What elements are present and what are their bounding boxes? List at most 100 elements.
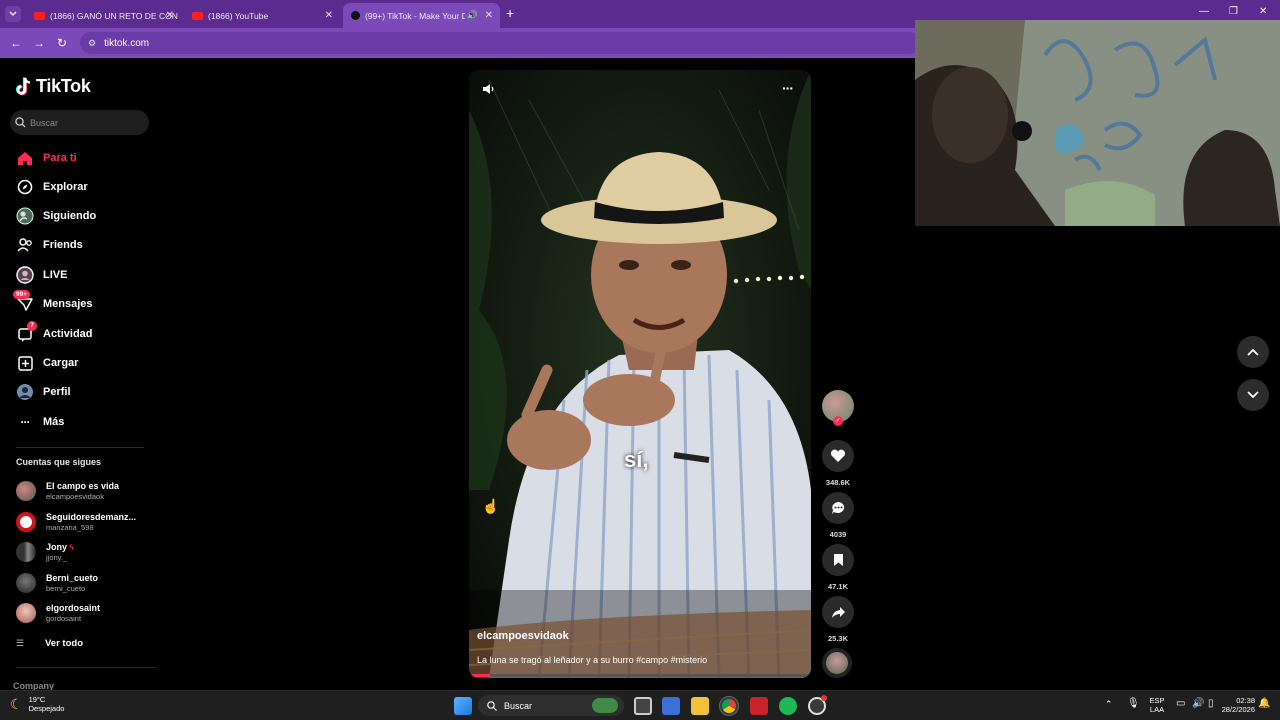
account-item[interactable]: Jony ϟ jjony._	[16, 539, 74, 565]
account-name-text: Jony	[46, 542, 68, 552]
minimize-button[interactable]: —	[1199, 6, 1209, 17]
like-button[interactable]: 348.6K	[822, 440, 854, 487]
tiktok-sidebar: TikTok Buscar Para ti Explorar Siguiendo…	[0, 58, 165, 690]
windows-start-icon[interactable]	[454, 697, 472, 715]
chevron-down-icon	[1247, 391, 1259, 399]
chrome-icon[interactable]	[719, 696, 739, 716]
tab-tiktok[interactable]: (99+) TikTok - Make Your Day 🔊 ✕	[343, 3, 500, 28]
next-video-button[interactable]	[1237, 379, 1269, 411]
account-name: Berni_cueto	[46, 573, 99, 583]
tiktok-wordmark: TikTok	[36, 76, 91, 96]
tray-chevron-icon[interactable]: ⌃	[1105, 699, 1113, 710]
account-item[interactable]: elgordosaint gordosaint	[16, 600, 100, 626]
close-icon[interactable]: ✕	[325, 10, 333, 21]
video-progress-fill	[469, 674, 490, 677]
youtube-icon	[34, 11, 45, 20]
avatar: ✓	[822, 390, 854, 426]
live-icon	[16, 266, 34, 284]
tiktok-icon	[351, 11, 360, 20]
nav-friends[interactable]: Friends	[16, 233, 83, 257]
account-name: Jony ϟ	[46, 542, 74, 553]
keyboard-layout: LAA	[1149, 705, 1165, 714]
network-icon[interactable]: ▭	[1176, 698, 1185, 709]
tiktok-logo[interactable]: TikTok	[16, 76, 91, 97]
comment-button[interactable]: 4039	[822, 492, 854, 539]
store-icon[interactable]	[662, 697, 680, 715]
speaker-icon	[483, 84, 494, 94]
close-icon[interactable]: ✕	[166, 10, 174, 21]
restore-button[interactable]: ❐	[1229, 6, 1238, 17]
forward-arrow-icon[interactable]: →	[33, 36, 45, 50]
youtube-icon	[192, 11, 203, 20]
video-editor-icon[interactable]	[750, 697, 768, 715]
nav-label: Mensajes	[43, 298, 93, 310]
nav-perfil[interactable]: Perfil	[16, 380, 71, 404]
ellipsis-icon: ···	[782, 80, 794, 96]
upload-icon	[16, 354, 34, 372]
avatar	[16, 512, 36, 532]
webcam-frame	[915, 20, 1280, 226]
language-indicator[interactable]: ESP LAA	[1147, 696, 1167, 714]
save-button[interactable]: 47.1K	[822, 544, 854, 591]
music-disc-button[interactable]	[822, 648, 854, 678]
notifications-icon[interactable]: 🔔	[1258, 698, 1270, 709]
volume-icon[interactable]: 🔊	[1192, 698, 1204, 709]
nav-mensajes[interactable]: 99+ Mensajes	[13, 290, 93, 316]
notification-dot-icon	[821, 695, 827, 701]
taskbar-search[interactable]: Buscar	[478, 695, 624, 716]
tab-search-button[interactable]	[5, 6, 21, 22]
video-player[interactable]: ··· sí, elcampoesvidaok La luna se tragó…	[469, 70, 811, 678]
volume-button[interactable]	[481, 82, 497, 98]
nav-label: LIVE	[43, 269, 68, 281]
windows-taskbar: ☾ 19°C Despejado Buscar ⌃ 🎙 ESP LAA ▭ 🔊 …	[0, 690, 1280, 720]
share-button[interactable]: 25.3K	[822, 596, 854, 643]
microphone-icon[interactable]: 🎙	[1127, 698, 1140, 709]
profile-icon	[16, 383, 34, 401]
back-arrow-icon[interactable]: ←	[10, 36, 22, 50]
reload-icon[interactable]: ↻	[57, 36, 67, 50]
search-icon	[487, 700, 497, 711]
search-input[interactable]: Buscar	[10, 110, 149, 135]
nav-label: Perfil	[43, 386, 71, 398]
tab-label: (99+) TikTok - Make Your Day	[365, 10, 465, 21]
nav-live[interactable]: LIVE	[16, 263, 67, 287]
window-close-button[interactable]: ✕	[1259, 6, 1267, 17]
account-item[interactable]: El campo es vida elcampoesvidaok	[16, 478, 119, 504]
nav-siguiendo[interactable]: Siguiendo	[16, 204, 96, 228]
new-tab-button[interactable]: +	[506, 5, 514, 21]
search-placeholder: Buscar	[30, 117, 59, 128]
account-name: Seguidoresdemanz...	[46, 512, 137, 522]
clock-time: 02:38	[1236, 696, 1255, 705]
spotify-icon[interactable]	[779, 697, 797, 715]
avatar	[16, 573, 36, 593]
more-options-button[interactable]: ···	[782, 80, 794, 96]
speaker-icon[interactable]: 🔊	[467, 10, 478, 21]
hand-cursor-icon: ☝	[482, 498, 500, 514]
nav-actividad[interactable]: 7 Actividad	[16, 321, 93, 346]
nav-cargar[interactable]: Cargar	[16, 351, 78, 375]
account-item[interactable]: Berni_cueto berni_cueto	[16, 570, 98, 596]
url-field[interactable]: ⚙ tiktok.com	[80, 32, 920, 54]
file-explorer-icon[interactable]	[691, 697, 709, 715]
video-progress-track[interactable]	[469, 674, 811, 677]
url-text: tiktok.com	[104, 37, 150, 49]
video-author[interactable]: elcampoesvidaok	[477, 630, 569, 642]
creator-avatar-button[interactable]: ✓	[822, 390, 854, 426]
account-item[interactable]: Seguidoresdemanz... manzana_598	[16, 509, 136, 535]
nav-para-ti[interactable]: Para ti	[16, 146, 77, 170]
close-icon[interactable]: ✕	[485, 10, 493, 21]
nav-label: Siguiendo	[43, 210, 97, 222]
previous-video-button[interactable]	[1237, 336, 1269, 368]
clock[interactable]: 02:38 28/2/2026	[1209, 696, 1255, 714]
weather-widget[interactable]: ☾ 19°C Despejado	[10, 695, 64, 713]
site-info-icon[interactable]: ⚙	[88, 38, 96, 49]
nav-label: Explorar	[43, 181, 88, 193]
task-view-icon[interactable]	[634, 697, 652, 715]
see-all-link[interactable]: ☰ Ver todo	[16, 638, 83, 649]
tab-youtube-1[interactable]: (1866) GANÓ UN RETO DE CON ✕	[26, 3, 181, 28]
company-heading[interactable]: Company	[13, 681, 54, 690]
heart-icon	[822, 440, 854, 472]
nav-mas[interactable]: ··· Más	[16, 410, 65, 434]
nav-explorar[interactable]: Explorar	[16, 175, 88, 199]
tab-youtube-2[interactable]: (1866) YouTube ✕	[184, 3, 340, 28]
